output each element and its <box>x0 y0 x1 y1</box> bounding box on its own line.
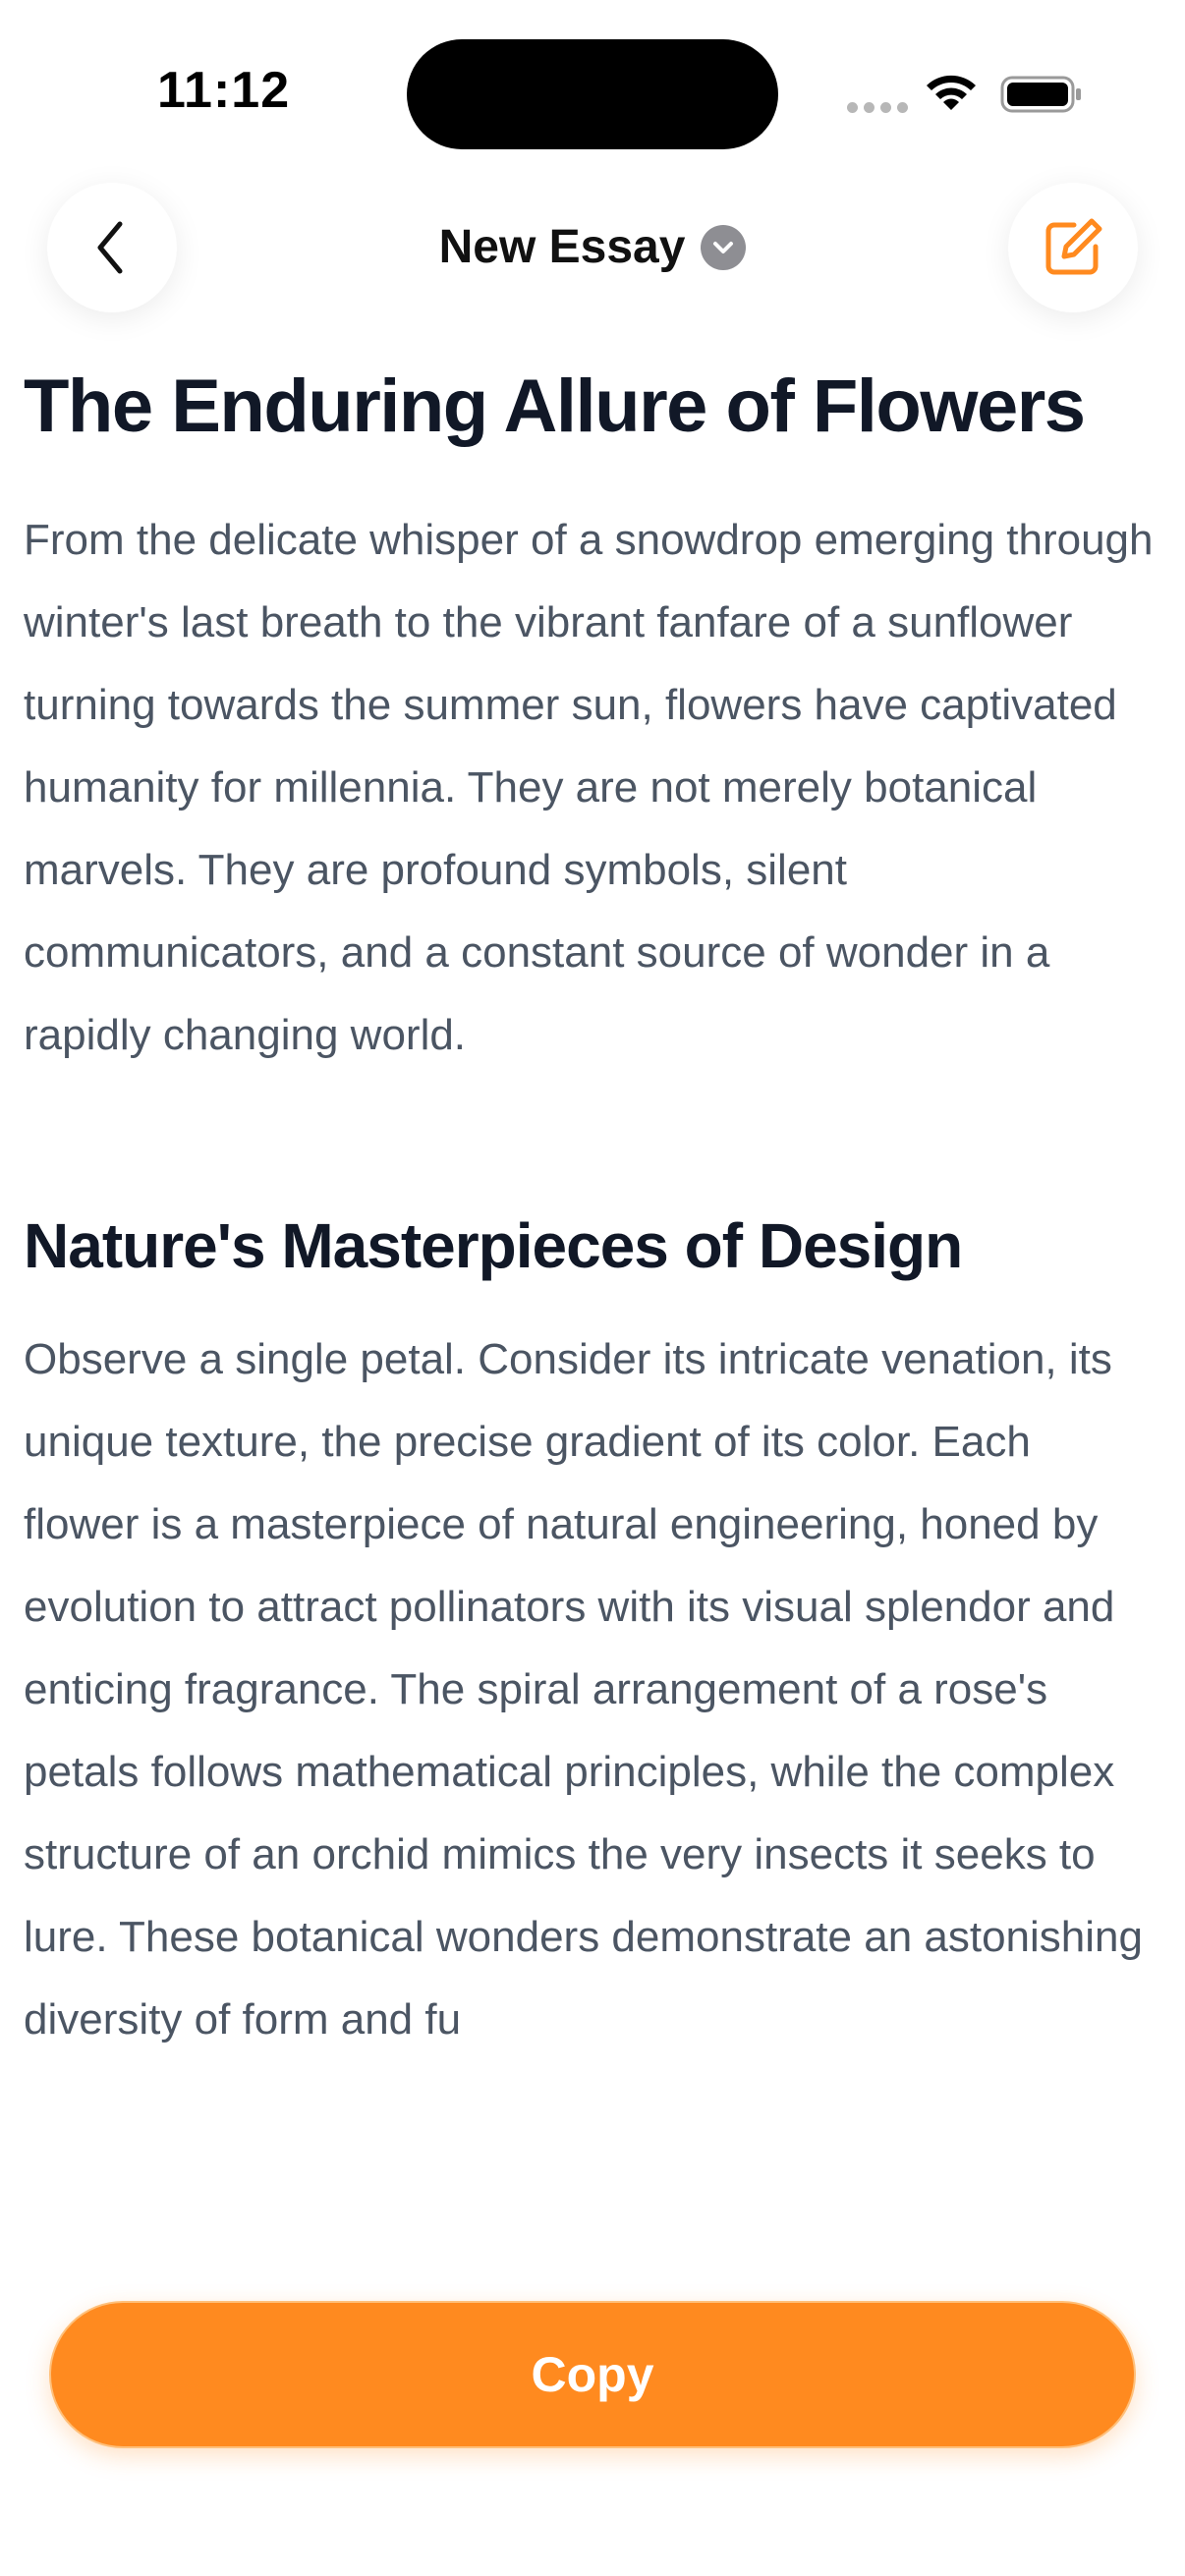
section-heading: Nature's Masterpieces of Design <box>24 1210 963 1281</box>
essay-content: The Enduring Allure of Flowers From the … <box>24 354 1154 2061</box>
essay-title: The Enduring Allure of Flowers <box>24 364 1086 448</box>
square-pencil-icon <box>1045 218 1102 275</box>
cellular-signal-icon <box>847 102 910 114</box>
status-time: 11:12 <box>157 62 291 119</box>
dynamic-island <box>407 39 778 149</box>
chevron-down-icon <box>701 224 747 270</box>
compose-button[interactable] <box>1008 183 1138 312</box>
copy-button[interactable]: Copy <box>49 2301 1136 2448</box>
status-bar: 11:12 <box>0 0 1185 187</box>
intro-paragraph: From the delicate whisper of a snowdrop … <box>24 516 1154 1059</box>
navigation-bar: New Essay <box>0 177 1185 324</box>
section-paragraph: Observe a single petal. Consider its int… <box>24 1335 1143 2044</box>
wifi-icon <box>927 75 976 110</box>
page-title: New Essay <box>438 221 686 273</box>
battery-icon <box>1000 76 1081 113</box>
